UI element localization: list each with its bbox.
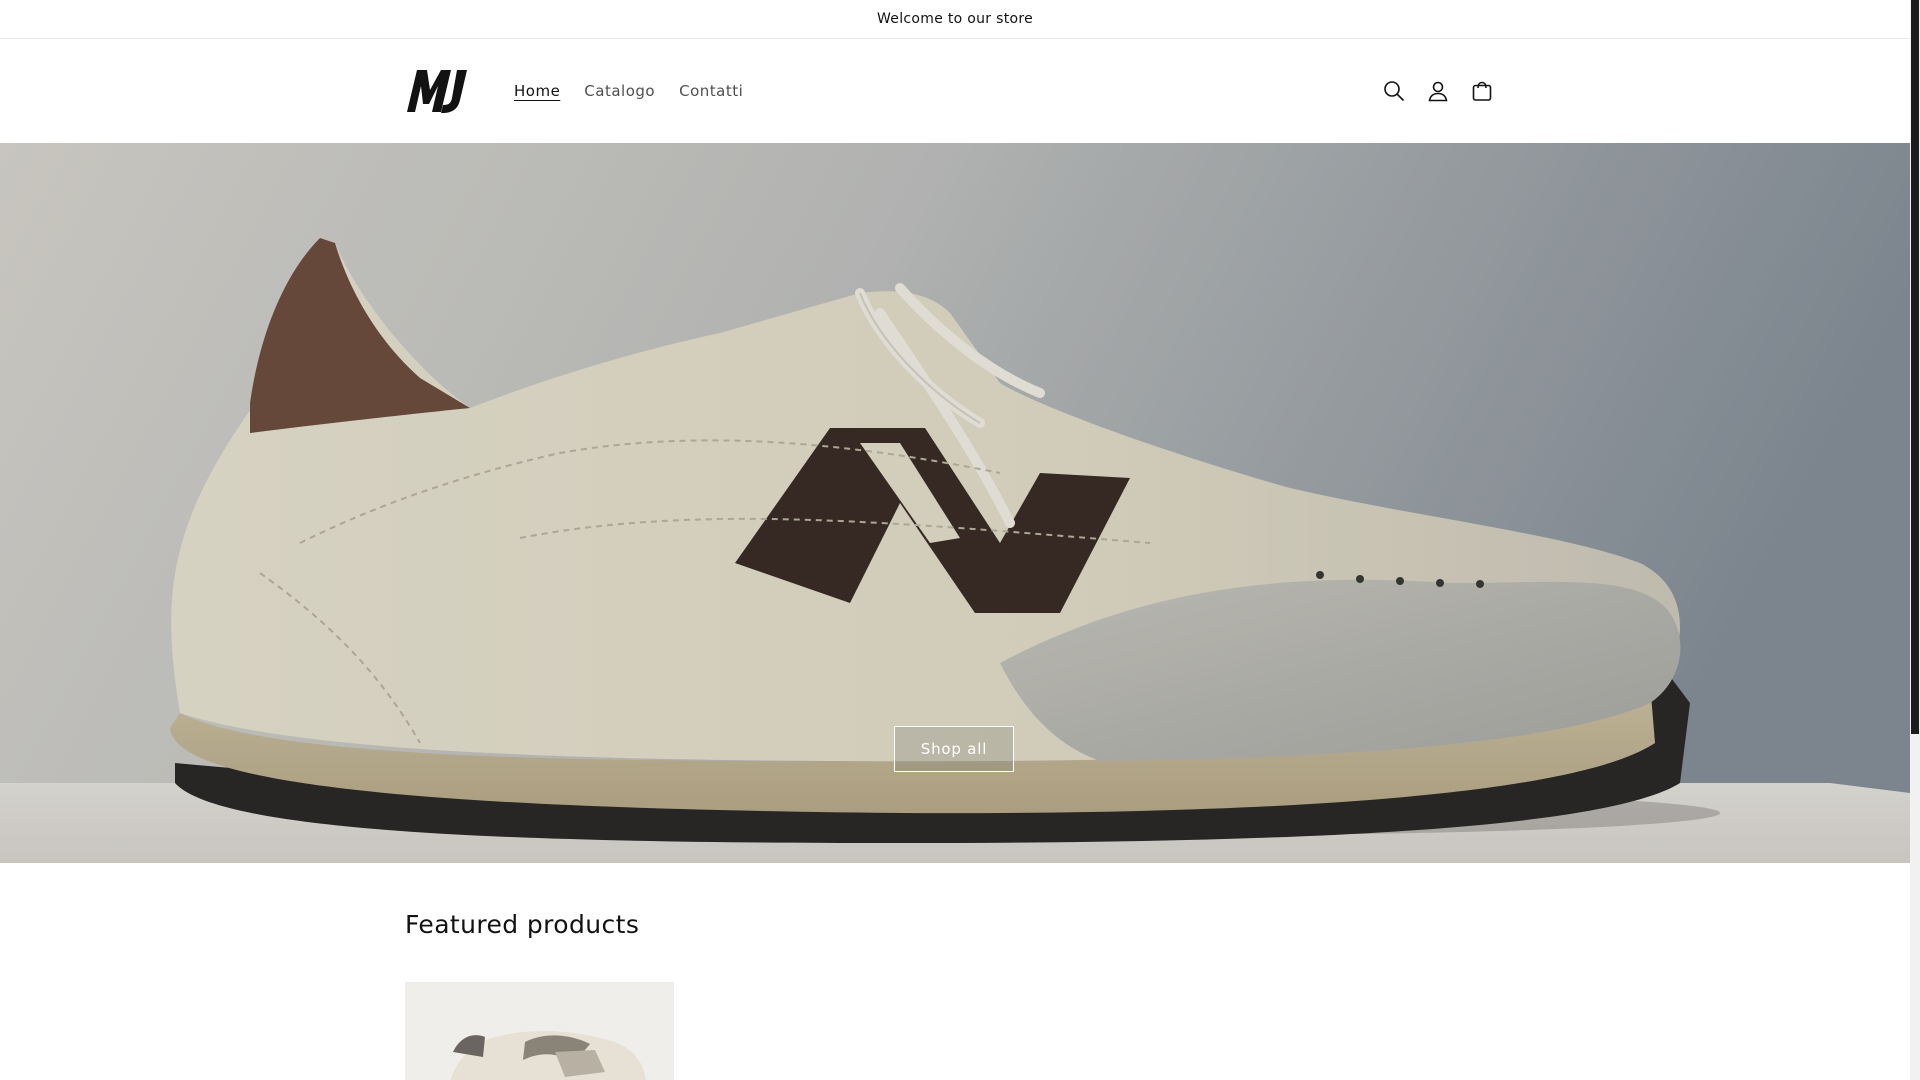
account-icon[interactable] — [1416, 69, 1460, 113]
cart-icon[interactable] — [1460, 69, 1504, 113]
page-scrollbar[interactable] — [1910, 0, 1920, 1080]
viewport: Welcome to our store Home Catalogo Conta… — [0, 0, 1910, 1080]
announcement-bar: Welcome to our store — [0, 0, 1910, 39]
site-header: Home Catalogo Contatti — [0, 39, 1910, 142]
product-image — [405, 982, 674, 1080]
nav-home[interactable]: Home — [502, 82, 572, 100]
product-card[interactable] — [405, 982, 674, 1080]
logo-mark — [407, 70, 467, 113]
nav-catalogo[interactable]: Catalogo — [572, 82, 667, 100]
page: Welcome to our store Home Catalogo Conta… — [0, 0, 1920, 1080]
main-nav: Home Catalogo Contatti — [502, 39, 755, 142]
header-icons — [1372, 39, 1504, 142]
shop-all-button[interactable]: Shop all — [894, 726, 1014, 772]
nav-contatti[interactable]: Contatti — [667, 82, 755, 100]
announcement-text: Welcome to our store — [876, 11, 1034, 27]
scrollbar-thumb[interactable] — [1911, 0, 1919, 734]
hero-banner: Shop all — [0, 143, 1910, 863]
search-icon[interactable] — [1372, 69, 1416, 113]
featured-products-title: Featured products — [405, 910, 640, 939]
store-logo[interactable] — [405, 68, 475, 114]
